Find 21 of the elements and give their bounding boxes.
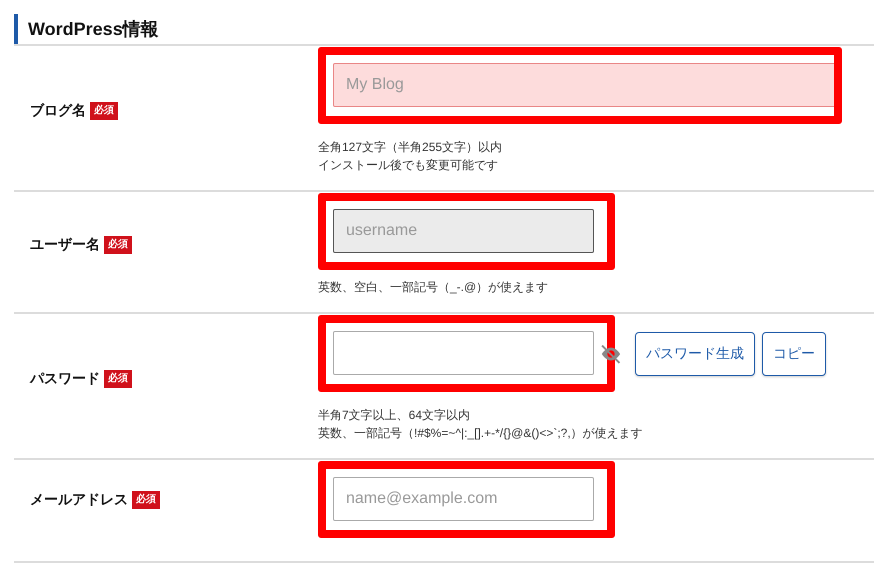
- input-field[interactable]: My Blog: [333, 63, 834, 107]
- hint-text: 半角7文字以上、64文字以内: [318, 407, 472, 424]
- heading-accent-bar: [14, 14, 18, 44]
- field-label: パスワード: [30, 370, 100, 388]
- hint-text: インストール後でも変更可能です: [318, 157, 499, 174]
- field-label: ブログ名: [30, 102, 86, 120]
- required-badge: 必須: [90, 102, 118, 120]
- required-badge: 必須: [104, 236, 132, 254]
- input-field[interactable]: [333, 331, 594, 375]
- action-button[interactable]: パスワード生成: [635, 332, 755, 376]
- field-label: ユーザー名: [30, 236, 100, 254]
- action-button[interactable]: コピー: [762, 332, 826, 376]
- eye-slash-icon[interactable]: [599, 342, 623, 364]
- required-badge: 必須: [132, 490, 160, 508]
- required-badge: 必須: [104, 370, 132, 388]
- hint-text: 英数、一部記号（!#$%=~^|:_[].+-*/{}@&()<>`;?,）が使えます: [318, 425, 644, 442]
- hint-text: 英数、空白、一部記号（_-.@）が使えます: [318, 279, 550, 296]
- field-label: メールアドレス: [30, 490, 128, 508]
- hint-text: 全角127文字（半角255文字）以内: [318, 139, 504, 156]
- section-title: WordPress情報: [28, 18, 159, 41]
- input-field[interactable]: name@example.com: [333, 477, 594, 521]
